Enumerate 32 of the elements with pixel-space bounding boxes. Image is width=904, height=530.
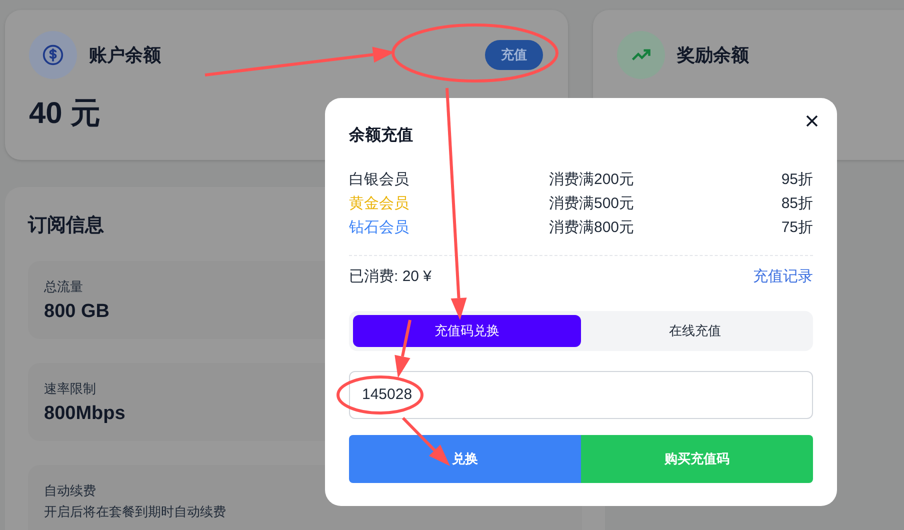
code-input[interactable]: 145028 <box>349 370 813 418</box>
tier-threshold: 消费满500元 <box>549 194 636 214</box>
tier-threshold: 消费满200元 <box>549 170 636 190</box>
tier-name: 钻石会员 <box>349 218 410 238</box>
tier-discount: 85折 <box>781 194 813 214</box>
card-title: 账户余额 <box>89 44 161 66</box>
annotation-arrow <box>402 416 450 466</box>
info-value: 800Mbps <box>44 402 126 426</box>
info-label: 总流量 <box>44 278 83 296</box>
info-value: 800 GB <box>44 300 110 324</box>
trending-up-icon <box>617 31 665 79</box>
dialog-button[interactable]: 兑换 <box>349 434 581 482</box>
tier-name: 黄金会员 <box>349 194 410 214</box>
dollar-icon <box>29 31 77 79</box>
tier-discount: 95折 <box>781 170 813 190</box>
tab[interactable]: 在线充值 <box>581 314 809 346</box>
info-label: 自动续费 <box>44 482 96 500</box>
section-title: 订阅信息 <box>28 214 104 238</box>
tier-threshold: 消费满800元 <box>549 218 636 238</box>
dialog-title: 余额充值 <box>349 125 414 146</box>
info-label: 速率限制 <box>44 380 96 398</box>
balance-amount: 40 元 <box>29 96 101 132</box>
recharge-history-link[interactable]: 充值记录 <box>753 266 813 288</box>
annotation-arrow <box>394 320 412 378</box>
card-title: 奖励余额 <box>677 44 749 66</box>
spent-amount: 已消费: 20 ¥ <box>349 267 432 287</box>
info-description: 开启后将在套餐到期时自动续费 <box>44 503 226 521</box>
tier-discount: 75折 <box>781 218 813 238</box>
recharge-button[interactable]: 充值 <box>485 40 543 70</box>
tab[interactable]: 充值码兑换 <box>353 314 581 346</box>
close-icon[interactable] <box>805 114 819 128</box>
tier-name: 白银会员 <box>349 170 410 190</box>
